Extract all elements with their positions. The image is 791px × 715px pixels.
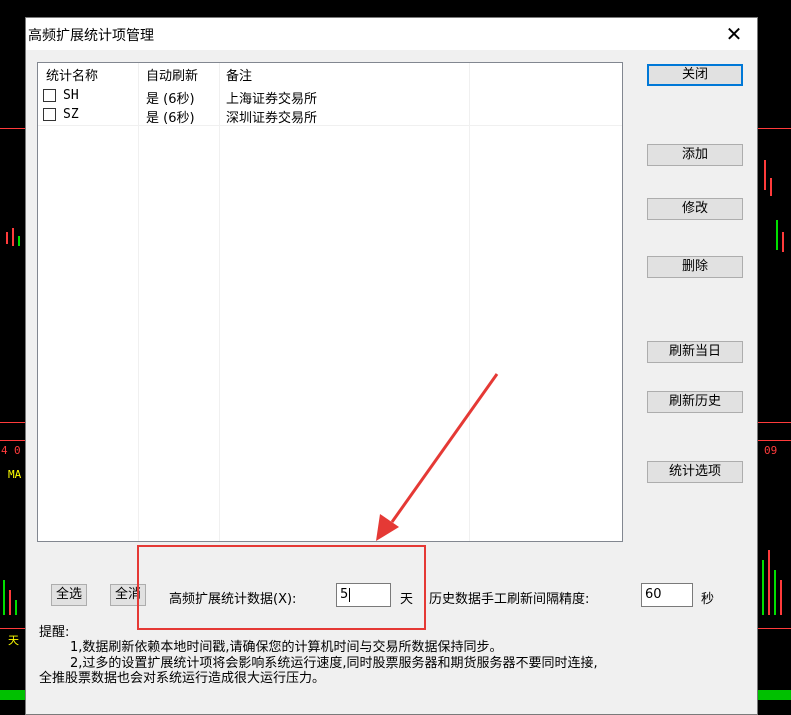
row-note: 上海证券交易所	[226, 92, 318, 107]
window-title: 高频扩展统计项管理	[28, 28, 154, 44]
chart-volume	[768, 550, 770, 615]
row-note: 深圳证券交易所	[226, 111, 318, 126]
refresh-today-button[interactable]: 刷新当日	[647, 341, 743, 363]
stats-manager-dialog: 高频扩展统计项管理 ✕ 统计名称 自动刷新 备注 SH 是 (6秒) 上海证券交…	[25, 17, 758, 715]
ext-days-input[interactable]: 5	[336, 583, 391, 607]
chart-label: 天	[8, 634, 19, 647]
interval-unit: 秒	[701, 592, 715, 607]
chart-candle	[776, 220, 778, 250]
chart-band	[0, 690, 25, 700]
chart-line	[0, 440, 25, 441]
interval-value: 60	[645, 587, 662, 602]
chart-candle	[12, 228, 14, 246]
chart-label: 0	[14, 444, 21, 457]
title-bar: 高频扩展统计项管理 ✕	[26, 18, 757, 50]
column-header-name[interactable]: 统计名称	[46, 65, 98, 84]
chart-line	[758, 422, 791, 423]
chart-line	[0, 422, 25, 423]
ext-days-value: 5	[340, 587, 349, 602]
ext-days-label: 高频扩展统计数据(X):	[169, 592, 297, 607]
list-row[interactable]: SZ 是 (6秒) 深圳证券交易所	[38, 106, 622, 126]
column-divider	[138, 63, 139, 541]
background-chart-left: 4 0 MA 天	[0, 0, 25, 715]
row-name: SH	[63, 88, 79, 103]
chart-candle	[764, 160, 766, 190]
notes-line-3: 全推股票数据也会对系统运行造成很大运行压力。	[39, 671, 326, 686]
chart-volume	[15, 600, 17, 615]
interval-label: 历史数据手工刷新间隔精度:	[429, 592, 590, 607]
chart-candle	[770, 178, 772, 196]
notes-heading: 提醒:	[39, 625, 70, 640]
chart-label: 09	[764, 444, 778, 457]
chart-volume	[774, 570, 776, 615]
text-caret	[349, 587, 351, 602]
row-name: SZ	[63, 107, 79, 122]
chart-volume	[780, 580, 782, 615]
chart-line	[0, 628, 25, 629]
delete-button[interactable]: 删除	[647, 256, 743, 278]
list-row[interactable]: SH 是 (6秒) 上海证券交易所	[38, 87, 622, 107]
chart-line	[758, 628, 791, 629]
column-header-note[interactable]: 备注	[226, 65, 252, 84]
row-divider	[38, 125, 622, 126]
chart-line	[0, 128, 25, 129]
close-icon[interactable]: ✕	[711, 18, 757, 50]
row-checkbox[interactable]	[43, 89, 56, 102]
modify-button[interactable]: 修改	[647, 198, 743, 220]
column-header-auto-refresh[interactable]: 自动刷新	[146, 65, 198, 84]
close-button[interactable]: 关闭	[647, 64, 743, 86]
chart-candle	[18, 236, 20, 246]
background-chart-right: 09	[758, 0, 791, 715]
chart-volume	[3, 580, 5, 615]
interval-input[interactable]: 60	[641, 583, 693, 607]
clear-all-button[interactable]: 全消	[110, 584, 146, 606]
stats-list[interactable]: 统计名称 自动刷新 备注 SH 是 (6秒) 上海证券交易所 SZ 是 (6秒)…	[37, 62, 623, 542]
row-auto-refresh: 是 (6秒)	[146, 111, 195, 126]
chart-band	[758, 690, 791, 700]
chart-label: 4	[1, 444, 8, 457]
column-divider	[219, 63, 220, 541]
row-checkbox[interactable]	[43, 108, 56, 121]
select-all-button[interactable]: 全选	[51, 584, 87, 606]
chart-label: MA	[8, 468, 22, 481]
chart-line	[758, 440, 791, 441]
ext-days-unit: 天	[400, 592, 414, 607]
chart-volume	[9, 590, 11, 615]
chart-line	[758, 128, 791, 129]
refresh-history-button[interactable]: 刷新历史	[647, 391, 743, 413]
row-auto-refresh: 是 (6秒)	[146, 92, 195, 107]
chart-candle	[6, 232, 8, 244]
chart-candle	[782, 232, 784, 252]
chart-volume	[762, 560, 764, 615]
stat-options-button[interactable]: 统计选项	[647, 461, 743, 483]
column-divider	[469, 63, 470, 541]
add-button[interactable]: 添加	[647, 144, 743, 166]
list-header: 统计名称 自动刷新 备注	[38, 63, 622, 84]
